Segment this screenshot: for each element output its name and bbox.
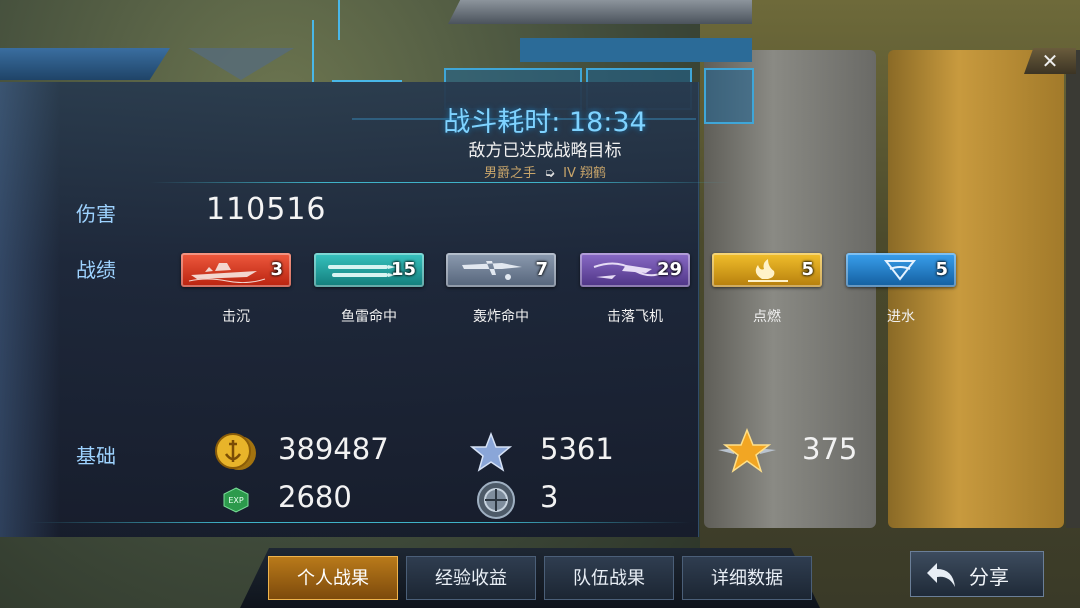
hud-frame-line-2 (338, 0, 340, 40)
plane-down-icon (593, 262, 663, 279)
tagline-right: IV 翔鹤 (563, 166, 607, 181)
exp-icon: EXP (223, 487, 249, 513)
title-frame-top (332, 80, 402, 82)
battle-subtitle: 男爵之手 ➭ IV 翔鹤 (400, 162, 690, 181)
hud-box-small (704, 68, 754, 124)
tab-team-results[interactable]: 队伍战果 (544, 556, 674, 600)
commander-exp-value: 375 (802, 432, 858, 466)
coin-icon (215, 433, 256, 470)
exp-value: 2680 (278, 480, 352, 514)
flood-icon (883, 260, 917, 281)
badge-label-bomb: 轰炸命中 (473, 309, 529, 325)
gear-icon (477, 481, 515, 519)
damage-label: 伤害 (76, 202, 116, 226)
badge-count: 5 (801, 259, 814, 280)
winged-star-icon (718, 428, 776, 473)
back-arrow-icon (927, 563, 955, 587)
battle-result-text: 敌方已达成战略目标 (468, 141, 622, 161)
gear-count-value: 3 (540, 480, 559, 514)
damage-value: 110516 (206, 192, 327, 227)
top-left-bar (0, 48, 170, 80)
bomber-icon (462, 261, 522, 280)
tab-personal-results[interactable]: 个人战果 (268, 556, 398, 600)
torpedo-icon (328, 265, 396, 277)
side-strip (1066, 50, 1080, 528)
bottom-divider (30, 522, 690, 523)
fire-icon (748, 259, 788, 282)
record-label: 战绩 (76, 258, 116, 282)
svg-text:EXP: EXP (228, 496, 244, 505)
badge-count: 29 (656, 259, 682, 280)
badge-aircraft[interactable]: 29 (580, 253, 690, 287)
badge-label-fire: 点燃 (753, 309, 781, 325)
share-button[interactable]: 分享 (910, 551, 1044, 597)
badge-count: 7 (535, 259, 548, 280)
hud-frame-line (312, 20, 314, 82)
credits-value: 389487 (278, 432, 389, 466)
badge-count: 5 (935, 259, 948, 280)
star-points-value: 5361 (540, 432, 614, 466)
panel-glow (0, 82, 60, 537)
header-divider (150, 182, 730, 183)
top-center-strip (520, 38, 752, 62)
badge-label-aircraft: 击落飞机 (607, 309, 663, 325)
base-label: 基础 (76, 444, 116, 468)
badge-label-sink: 击沉 (222, 309, 250, 325)
tagline-left: 男爵之手 (483, 166, 536, 181)
badge-bomb[interactable]: 7 (446, 253, 556, 287)
badge-count: 15 (390, 259, 416, 280)
badge-fire[interactable]: 5 (712, 253, 822, 287)
badge-label-flood: 进水 (887, 309, 915, 325)
ship-icon (188, 263, 266, 283)
tab-detailed-data[interactable]: 详细数据 (682, 556, 812, 600)
badge-torpedo[interactable]: 15 (314, 253, 424, 287)
battle-duration-title: 战斗耗时: 18:34 (443, 107, 647, 138)
arrow-right-icon: ➭ (544, 166, 556, 181)
badge-sink[interactable]: 3 (181, 253, 291, 287)
share-label: 分享 (969, 565, 1009, 589)
top-center-bar (448, 0, 752, 24)
star-points-icon (470, 432, 512, 472)
side-card-gold (888, 50, 1064, 528)
badge-label-torpedo: 鱼雷命中 (341, 309, 397, 325)
tab-exp-gains[interactable]: 经验收益 (406, 556, 536, 600)
badge-count: 3 (270, 259, 283, 280)
badge-flood[interactable]: 5 (846, 253, 956, 287)
